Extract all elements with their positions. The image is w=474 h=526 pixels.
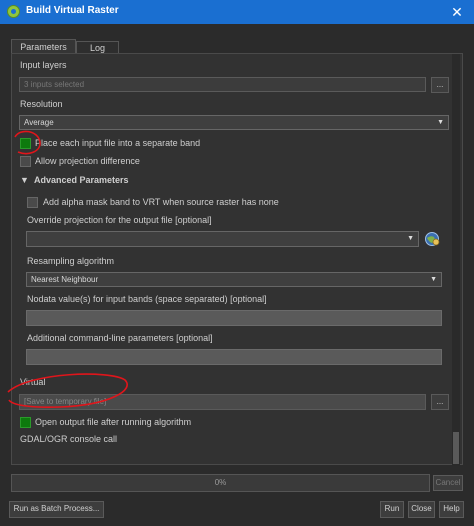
cmdline-input[interactable] <box>26 349 442 365</box>
virtual-output-field[interactable]: [Save to temporary file] <box>19 394 426 410</box>
nodata-input[interactable] <box>26 310 442 326</box>
dialog-body: Parameters Log Input layers 3 inputs sel… <box>0 24 474 526</box>
resolution-label: Resolution <box>20 99 63 109</box>
window-close-button[interactable]: ✕ <box>440 0 474 24</box>
override-projection-label: Override projection for the output file … <box>27 215 212 225</box>
batch-process-button[interactable]: Run as Batch Process... <box>9 501 104 518</box>
alpha-mask-checkbox[interactable] <box>27 197 38 208</box>
resampling-select[interactable]: Nearest Neighbour ▼ <box>26 272 442 287</box>
tab-parameters[interactable]: Parameters <box>11 39 76 54</box>
progress-bar: 0% <box>11 474 430 492</box>
close-button[interactable]: Close <box>408 501 435 518</box>
parameters-panel: Input layers 3 inputs selected ... Resol… <box>11 53 463 465</box>
projection-difference-label: Allow projection difference <box>35 156 140 166</box>
window-title: Build Virtual Raster <box>26 5 119 16</box>
chevron-down-icon: ▼ <box>407 235 414 242</box>
cancel-button[interactable]: Cancel <box>433 475 463 491</box>
chevron-down-icon: ▼ <box>437 119 444 126</box>
input-layers-field[interactable]: 3 inputs selected <box>19 77 426 92</box>
virtual-label: Virtual <box>20 377 46 387</box>
help-button[interactable]: Help <box>439 501 464 518</box>
projection-difference-checkbox[interactable] <box>20 156 31 167</box>
run-button[interactable]: Run <box>380 501 404 518</box>
cmdline-label: Additional command-line parameters [opti… <box>27 333 213 343</box>
qgis-logo-icon <box>7 5 20 18</box>
resampling-value: Nearest Neighbour <box>31 275 99 284</box>
open-output-checkbox[interactable] <box>20 417 31 428</box>
nodata-label: Nodata value(s) for input bands (space s… <box>27 294 267 304</box>
resolution-value: Average <box>24 118 54 127</box>
panel-scrollbar[interactable] <box>452 54 460 466</box>
select-crs-icon[interactable] <box>423 230 441 248</box>
resampling-label: Resampling algorithm <box>27 256 115 266</box>
resolution-select[interactable]: Average ▼ <box>19 115 449 130</box>
virtual-browse-button[interactable]: ... <box>431 394 449 410</box>
input-layers-browse-button[interactable]: ... <box>431 77 449 93</box>
title-bar: Build Virtual Raster ✕ <box>0 0 474 24</box>
open-output-label: Open output file after running algorithm <box>35 417 192 427</box>
separate-band-label: Place each input file into a separate ba… <box>35 138 201 148</box>
override-projection-select[interactable]: ▼ <box>26 231 419 247</box>
alpha-mask-label: Add alpha mask band to VRT when source r… <box>43 197 279 207</box>
chevron-down-icon: ▼ <box>430 276 437 283</box>
advanced-parameters-header[interactable]: Advanced Parameters <box>34 175 129 185</box>
scrollbar-thumb[interactable] <box>453 432 459 464</box>
console-call-label: GDAL/OGR console call <box>20 434 118 444</box>
progress-text: 0% <box>214 478 227 487</box>
advanced-toggle-icon[interactable]: ▼ <box>20 175 29 185</box>
separate-band-checkbox[interactable] <box>20 138 31 149</box>
input-layers-label: Input layers <box>20 60 67 70</box>
